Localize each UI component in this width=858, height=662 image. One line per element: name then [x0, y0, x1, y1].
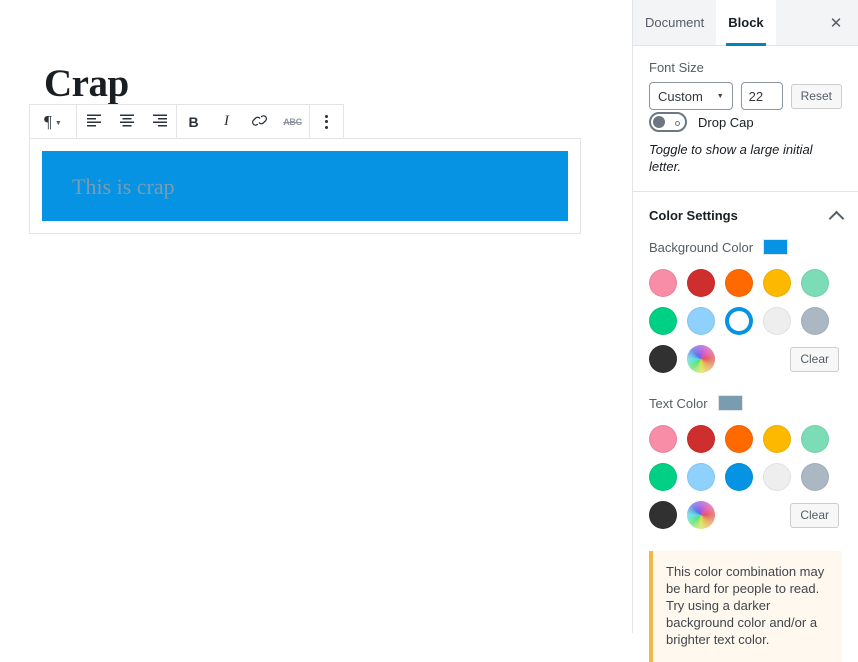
- align-center-icon: [119, 112, 135, 131]
- drop-cap-help-text: Toggle to show a large initial letter.: [649, 142, 813, 174]
- settings-sidebar: Document Block ✕ Font Size Custom ▼ Rese…: [632, 0, 858, 662]
- paragraph-block-text[interactable]: This is crap: [72, 174, 175, 199]
- color-swatch-vivid-red[interactable]: [687, 269, 715, 297]
- drop-cap-row: Drop Cap: [649, 112, 842, 132]
- selected-block-wrapper[interactable]: This is crap: [29, 138, 581, 234]
- toggle-knob: [653, 116, 665, 128]
- color-swatch-very-dark-gray[interactable]: [649, 501, 677, 529]
- drop-cap-label: Drop Cap: [698, 114, 754, 130]
- strikethrough-button[interactable]: ABC: [276, 105, 309, 138]
- sidebar-tab-bar: Document Block ✕: [633, 0, 858, 46]
- align-left-icon: [86, 112, 102, 131]
- color-swatch-vivid-cyan-blue[interactable]: [725, 307, 753, 335]
- link-icon: [251, 112, 268, 132]
- font-size-preset-value: Custom: [658, 88, 703, 104]
- color-settings-title: Color Settings: [649, 208, 738, 223]
- bold-icon: B: [188, 113, 199, 130]
- block-type-button[interactable]: ¶ ▼: [30, 105, 76, 138]
- more-options-group: [310, 105, 343, 138]
- background-color-swatches: Clear: [649, 269, 842, 373]
- color-swatch-cyan-bluish-gray[interactable]: [801, 463, 829, 491]
- color-swatch-vivid-green-cyan[interactable]: [649, 463, 677, 491]
- align-right-icon: [152, 112, 168, 131]
- ellipsis-vertical-icon: [325, 114, 328, 129]
- text-color-preview[interactable]: [717, 395, 743, 411]
- align-right-button[interactable]: [143, 105, 176, 138]
- color-swatch-very-dark-gray[interactable]: [649, 345, 677, 373]
- color-swatch-custom-color-wheel[interactable]: [687, 501, 715, 529]
- tab-block[interactable]: Block: [716, 0, 776, 46]
- font-size-row: Custom ▼ Reset: [649, 82, 842, 110]
- more-options-button[interactable]: [310, 105, 343, 138]
- text-color-header: Text Color: [649, 395, 842, 411]
- block-toolbar: ¶ ▼ B I ABC: [29, 104, 344, 139]
- italic-button[interactable]: I: [210, 105, 243, 138]
- font-size-preset-select[interactable]: Custom ▼: [649, 82, 733, 110]
- text-color-section: Text Color Clear: [633, 395, 858, 533]
- chevron-down-icon: ▼: [54, 120, 62, 127]
- contrast-warning-notice: This color combination may be hard for p…: [649, 551, 842, 662]
- post-editor-canvas: Crap ¶ ▼ B I ABC This is crap: [0, 0, 632, 633]
- chevron-up-icon: [828, 210, 845, 227]
- color-swatch-cyan-bluish-gray[interactable]: [801, 307, 829, 335]
- color-swatch-pale-cyan-blue[interactable]: [687, 307, 715, 335]
- link-button[interactable]: [243, 105, 276, 138]
- toggle-off-icon: [675, 121, 680, 126]
- strikethrough-icon: ABC: [283, 116, 302, 127]
- color-swatch-vivid-green-cyan[interactable]: [649, 307, 677, 335]
- align-left-button[interactable]: [77, 105, 110, 138]
- color-swatch-very-light-gray[interactable]: [763, 463, 791, 491]
- color-swatch-pale-pink[interactable]: [649, 425, 677, 453]
- color-swatch-pale-cyan-blue[interactable]: [687, 463, 715, 491]
- clear-color-button[interactable]: Clear: [790, 502, 839, 528]
- block-type-group: ¶ ▼: [30, 105, 77, 138]
- clear-color-cell: Clear: [763, 346, 839, 372]
- color-swatch-luminous-vivid-amber[interactable]: [763, 269, 791, 297]
- clear-color-cell: Clear: [763, 502, 839, 528]
- page-title[interactable]: Crap: [44, 62, 129, 106]
- formatting-group: B I ABC: [177, 105, 310, 138]
- italic-icon: I: [224, 113, 229, 129]
- close-sidebar-button[interactable]: ✕: [814, 0, 858, 45]
- bold-button[interactable]: B: [177, 105, 210, 138]
- font-size-label: Font Size: [649, 60, 704, 75]
- background-color-label: Background Color: [649, 239, 754, 255]
- color-swatch-pale-pink[interactable]: [649, 269, 677, 297]
- color-swatch-custom-color-wheel[interactable]: [687, 345, 715, 373]
- text-settings-panel: Font Size Custom ▼ Reset Drop Cap Toggle…: [633, 46, 858, 192]
- background-color-preview[interactable]: [763, 239, 789, 255]
- alignment-group: [77, 105, 177, 138]
- close-icon: ✕: [829, 14, 843, 32]
- color-swatch-luminous-vivid-amber[interactable]: [763, 425, 791, 453]
- color-swatch-light-green-cyan[interactable]: [801, 425, 829, 453]
- paragraph-block[interactable]: This is crap: [42, 151, 568, 221]
- color-swatch-very-light-gray[interactable]: [763, 307, 791, 335]
- text-color-label: Text Color: [649, 395, 708, 411]
- color-swatch-luminous-vivid-orange[interactable]: [725, 269, 753, 297]
- paragraph-icon: ¶: [44, 111, 52, 131]
- chevron-down-icon: ▼: [716, 92, 724, 100]
- background-color-section: Background Color Clear: [633, 239, 858, 377]
- text-color-swatches: Clear: [649, 425, 842, 529]
- color-swatch-light-green-cyan[interactable]: [801, 269, 829, 297]
- font-size-input[interactable]: [740, 82, 783, 110]
- color-swatch-luminous-vivid-orange[interactable]: [725, 425, 753, 453]
- tab-document[interactable]: Document: [633, 0, 716, 45]
- background-color-header: Background Color: [649, 239, 842, 255]
- clear-color-button[interactable]: Clear: [790, 346, 839, 372]
- align-center-button[interactable]: [110, 105, 143, 138]
- color-swatch-vivid-red[interactable]: [687, 425, 715, 453]
- font-size-reset-button[interactable]: Reset: [790, 83, 842, 109]
- color-settings-header[interactable]: Color Settings: [633, 192, 858, 239]
- drop-cap-toggle[interactable]: [649, 112, 687, 132]
- color-swatch-vivid-cyan-blue[interactable]: [725, 463, 753, 491]
